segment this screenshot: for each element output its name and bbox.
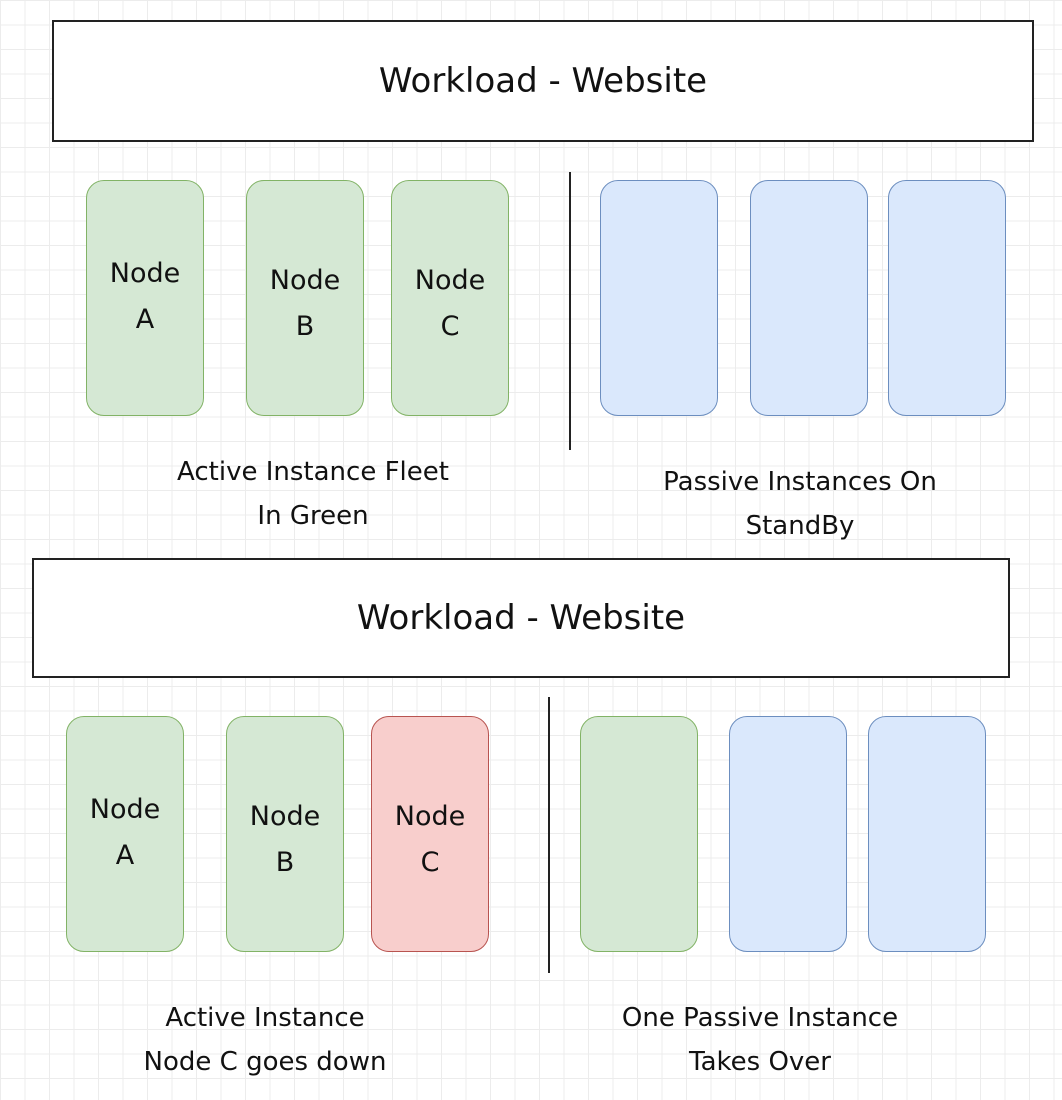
caption-active-bottom: Active Instance Node C goes down [55, 996, 475, 1084]
workload-title-box-top: Workload - Website [52, 20, 1034, 142]
passive-instance [729, 716, 847, 952]
passive-instance [600, 180, 718, 416]
divider-bottom [548, 697, 550, 973]
node-label: Node [414, 265, 486, 296]
passive-instance [868, 716, 986, 952]
caption-active-top: Active Instance Fleet In Green [103, 450, 523, 538]
caption-line: Active Instance Fleet [177, 457, 449, 487]
workload-title: Workload - Website [378, 61, 708, 101]
node-id: C [440, 311, 460, 342]
node-label: Node [394, 801, 466, 832]
caption-line: Passive Instances On [663, 467, 937, 497]
node-b-top: Node B [246, 180, 364, 416]
node-id: A [115, 840, 135, 871]
node-id: C [420, 847, 440, 878]
node-c-bottom-failed: Node C [371, 716, 489, 952]
caption-line: Takes Over [689, 1047, 831, 1077]
caption-passive-top: Passive Instances On StandBy [590, 460, 1010, 548]
node-id: B [275, 847, 295, 878]
node-c-top: Node C [391, 180, 509, 416]
node-b-bottom: Node B [226, 716, 344, 952]
passive-instance [888, 180, 1006, 416]
caption-line: Active Instance [165, 1003, 365, 1033]
caption-line: In Green [257, 501, 369, 531]
node-label: Node [249, 801, 321, 832]
workload-title-box-bottom: Workload - Website [32, 558, 1010, 678]
caption-line: StandBy [745, 511, 855, 541]
node-label: Node [89, 794, 161, 825]
node-a-bottom: Node A [66, 716, 184, 952]
node-label: Node [109, 258, 181, 289]
node-a-top: Node A [86, 180, 204, 416]
node-label: Node [269, 265, 341, 296]
passive-instance [750, 180, 868, 416]
node-id: A [135, 304, 155, 335]
caption-line: One Passive Instance [621, 1003, 899, 1033]
promoted-instance [580, 716, 698, 952]
divider-top [569, 172, 571, 450]
node-id: B [295, 311, 315, 342]
workload-title: Workload - Website [356, 598, 686, 638]
caption-line: Node C goes down [143, 1047, 387, 1077]
caption-passive-bottom: One Passive Instance Takes Over [550, 996, 970, 1084]
